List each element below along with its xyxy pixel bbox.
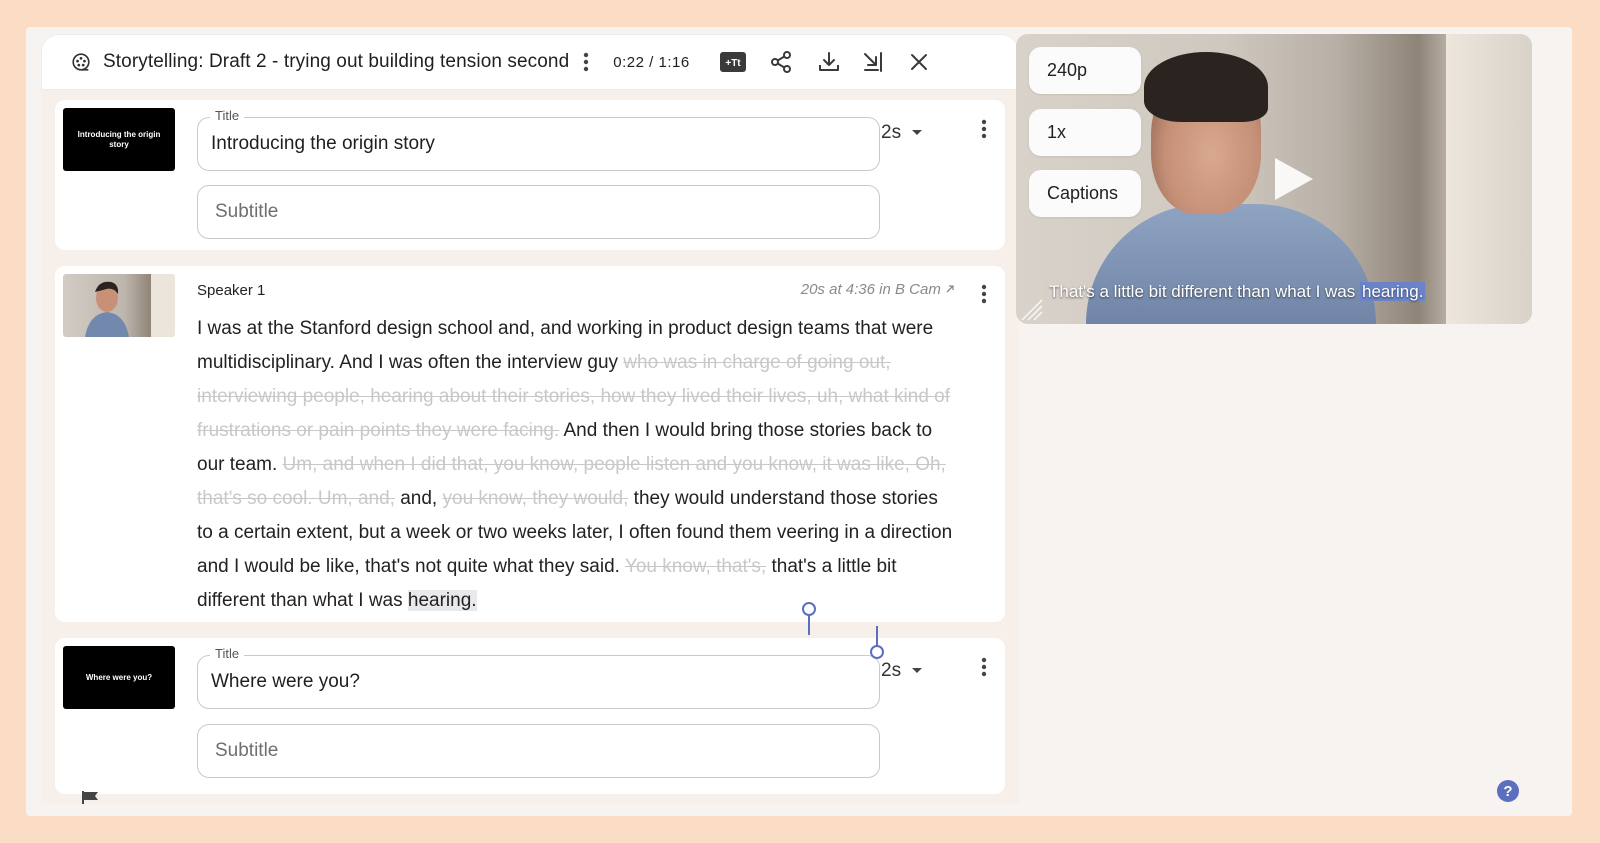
- transcript-segment: and,: [394, 488, 443, 509]
- subtitle-field[interactable]: Subtitle: [197, 185, 880, 239]
- speed-button[interactable]: 1x: [1029, 109, 1141, 156]
- title-field-value: Where were you?: [211, 671, 360, 692]
- duration-value: 2s: [881, 122, 902, 143]
- video-background: [1446, 34, 1532, 324]
- playback-time: 0:22 / 1:16: [613, 53, 690, 71]
- editor-toolbar: Storytelling: Draft 2 - trying out build…: [41, 34, 1019, 90]
- subtitle-field[interactable]: Subtitle: [197, 724, 880, 778]
- caption-text-icon: +Tt: [719, 52, 746, 72]
- add-caption-button[interactable]: +Tt: [719, 49, 746, 75]
- selection-end-handle[interactable]: [868, 626, 886, 660]
- caption-overlay: That's a little bit different than what …: [1049, 282, 1426, 302]
- transcript-card: Speaker 1 20s at 4:36 in B Cam I was at …: [55, 266, 1005, 622]
- title-field[interactable]: Title Introducing the origin story: [197, 108, 880, 171]
- svg-text:+Tt: +Tt: [725, 58, 741, 69]
- svg-text:?: ?: [1503, 783, 1512, 800]
- removed-segment: You know, that's,: [624, 556, 767, 577]
- chevron-down-icon: [912, 130, 923, 135]
- clip-source-text: 20s at 4:36 in B Cam: [800, 281, 941, 298]
- download-icon: [818, 52, 839, 71]
- title-field-value: Introducing the origin story: [211, 133, 435, 154]
- share-icon: [770, 51, 791, 73]
- close-icon: [910, 54, 927, 70]
- duration-value: 2s: [881, 660, 902, 681]
- selected-word[interactable]: hearing.: [407, 590, 477, 611]
- captions-button[interactable]: Captions: [1029, 170, 1141, 217]
- export-button[interactable]: [860, 49, 886, 75]
- card-menu-icon[interactable]: [981, 284, 987, 304]
- close-button[interactable]: [906, 49, 932, 75]
- card-menu-icon[interactable]: [981, 119, 987, 139]
- external-link-icon: [946, 285, 954, 293]
- document-title[interactable]: Storytelling: Draft 2 - trying out build…: [103, 51, 569, 73]
- caption-highlight: hearing.: [1359, 282, 1426, 301]
- duration-select[interactable]: 2s: [881, 122, 923, 144]
- speaker-name[interactable]: Speaker 1: [197, 282, 265, 299]
- title-card-thumbnail[interactable]: Where were you?: [63, 646, 175, 709]
- video-player[interactable]: 240p 1x Captions That's a little bit dif…: [1016, 34, 1532, 324]
- download-button[interactable]: [816, 49, 842, 75]
- video-subject-body: [1086, 204, 1376, 324]
- selection-start-handle[interactable]: [801, 602, 819, 636]
- removed-segment: you know, they would,: [442, 488, 629, 509]
- editor-panel: Storytelling: Draft 2 - trying out build…: [41, 34, 1019, 804]
- speaker-thumbnail[interactable]: [63, 274, 175, 337]
- caption-text: That's a little bit different than what …: [1049, 282, 1360, 301]
- duration-select[interactable]: 2s: [881, 660, 923, 682]
- title-card: Where were you? Title Where were you? Su…: [55, 638, 1005, 794]
- quality-button[interactable]: 240p: [1029, 47, 1141, 94]
- share-button[interactable]: [768, 49, 794, 75]
- chevron-down-icon: [912, 668, 923, 673]
- title-field-label: Title: [210, 108, 245, 123]
- resize-handle-icon[interactable]: [1020, 298, 1044, 322]
- speaker-figure: [85, 274, 175, 337]
- title-field[interactable]: Title Where were you?: [197, 646, 880, 709]
- title-field-label: Title: [210, 646, 245, 661]
- play-icon[interactable]: [1271, 154, 1317, 204]
- collapse-arrow-icon: [863, 52, 882, 72]
- card-menu-icon[interactable]: [981, 657, 987, 677]
- video-subject-hair: [1144, 52, 1268, 122]
- app-window: Storytelling: Draft 2 - trying out build…: [26, 27, 1572, 816]
- title-menu-icon[interactable]: [583, 52, 589, 72]
- film-reel-icon: [72, 53, 90, 71]
- title-card-thumbnail[interactable]: Introducing the origin story: [63, 108, 175, 171]
- clip-source-link[interactable]: 20s at 4:36 in B Cam: [801, 281, 955, 298]
- title-card: Introducing the origin story Title Intro…: [55, 100, 1005, 250]
- flag-icon[interactable]: [81, 790, 101, 804]
- help-icon[interactable]: ?: [1496, 779, 1520, 803]
- transcript-text[interactable]: I was at the Stanford design school and,…: [197, 312, 957, 618]
